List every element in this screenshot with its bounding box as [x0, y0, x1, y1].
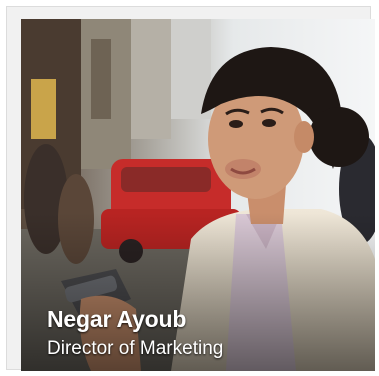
profile-photo: Negar Ayoub Director of Marketing	[21, 19, 375, 371]
person-title: Director of Marketing	[47, 338, 224, 359]
caption-overlay: Negar Ayoub Director of Marketing	[47, 305, 223, 361]
person-name[interactable]: Negar Ayoub	[47, 305, 223, 333]
profile-card[interactable]: Negar Ayoub Director of Marketing	[6, 6, 375, 371]
